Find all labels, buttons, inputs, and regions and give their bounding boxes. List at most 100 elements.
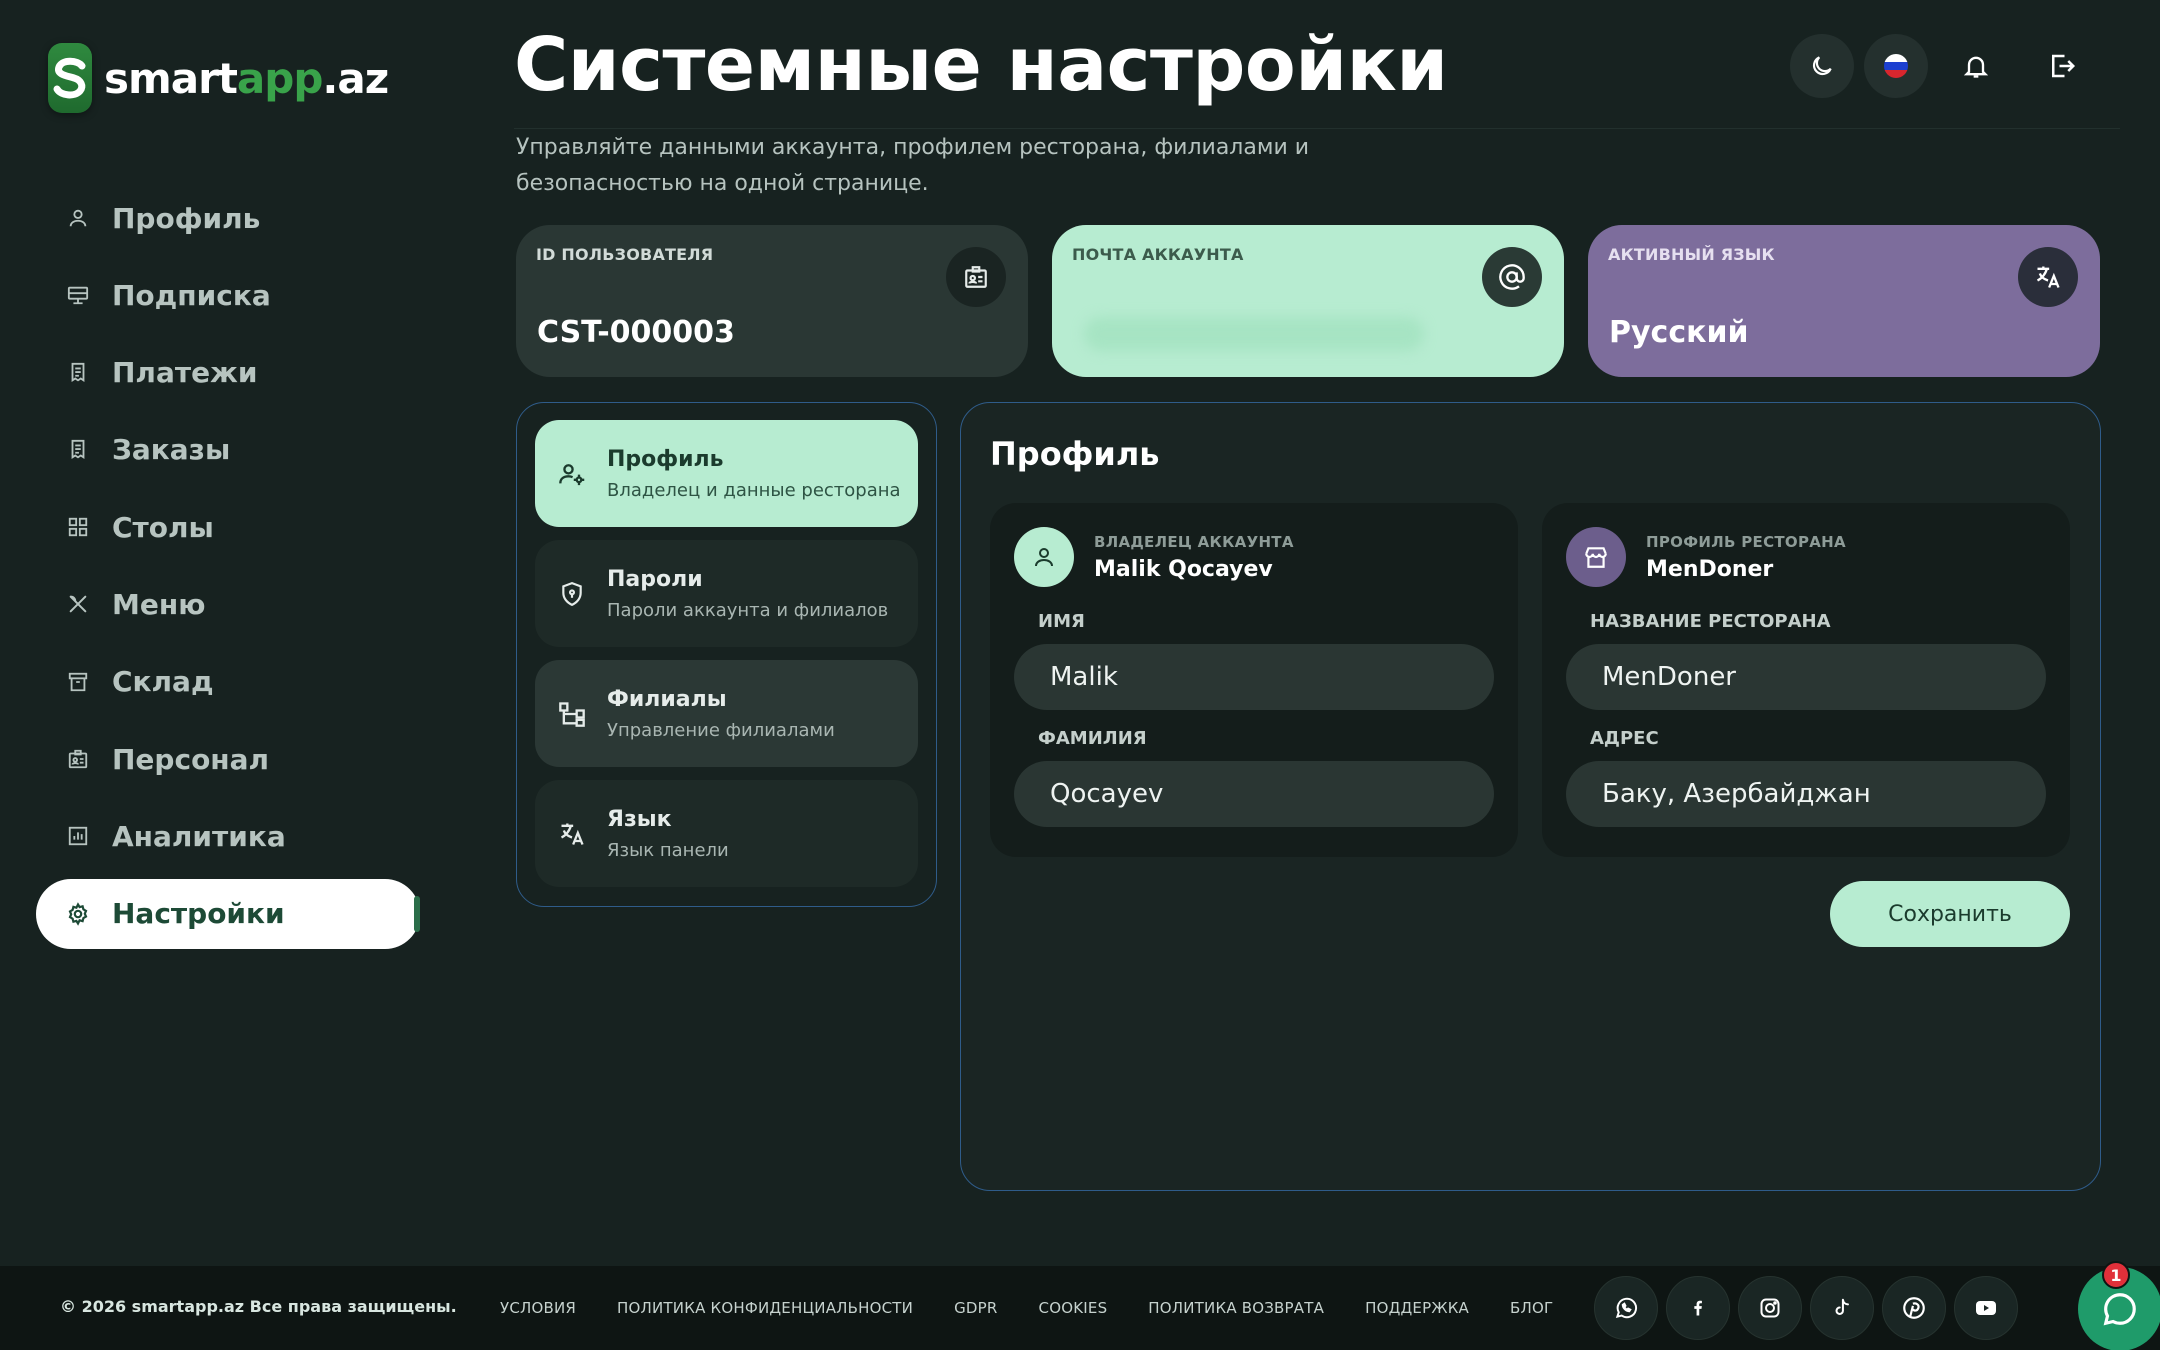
- chat-notification-badge: 1: [2102, 1261, 2130, 1289]
- sidebar-item-label: Персонал: [112, 742, 270, 776]
- card-label: ID ПОЛЬЗОВАТЕЛЯ: [536, 245, 714, 264]
- card-label: ПОЧТА АККАУНТА: [1072, 245, 1244, 264]
- tab-profile[interactable]: Профиль Владелец и данные ресторана: [535, 420, 918, 527]
- sidebar-item-warehouse[interactable]: Склад: [36, 647, 420, 717]
- translate-icon: [557, 819, 587, 849]
- footer-link-privacy[interactable]: ПОЛИТИКА КОНФИДЕНЦИАЛЬНОСТИ: [617, 1299, 913, 1317]
- card-label: АКТИВНЫЙ ЯЗЫК: [1608, 245, 1775, 264]
- sidebar-item-label: Заказы: [112, 433, 231, 467]
- footer-link-cookies[interactable]: COOKIES: [1039, 1299, 1108, 1317]
- profile-panel: Профиль ВЛАДЕЛЕЦ АККАУНТА Malik Qocayev …: [960, 402, 2101, 1191]
- footer-link-support[interactable]: ПОДДЕРЖКА: [1365, 1299, 1469, 1317]
- language-switch-button[interactable]: [1864, 34, 1928, 98]
- store-icon: [1566, 527, 1626, 587]
- sidebar-item-profile[interactable]: Профиль: [36, 183, 420, 253]
- chart-icon: [66, 824, 90, 848]
- active-language-card: АКТИВНЫЙ ЯЗЫК Русский: [1588, 225, 2100, 377]
- active-language-value: Русский: [1609, 315, 1749, 350]
- footer: © 2026 smartapp.az Все права защищены. У…: [0, 1266, 2160, 1350]
- first-name-field[interactable]: Malik: [1014, 644, 1494, 710]
- user-gear-icon: [557, 459, 587, 489]
- grid-icon: [66, 515, 90, 539]
- page-title: Системные настройки: [514, 22, 1448, 108]
- email-value-blurred: [1084, 317, 1424, 351]
- receipt-icon: [66, 438, 90, 462]
- notifications-button[interactable]: [1938, 34, 2014, 98]
- owner-name: Malik Qocayev: [1094, 556, 1273, 582]
- tab-branches[interactable]: Филиалы Управление филиалами: [535, 660, 918, 767]
- bell-icon: [1962, 52, 1990, 80]
- logout-button[interactable]: [2024, 34, 2100, 98]
- copyright: © 2026 smartapp.az Все права защищены.: [60, 1297, 457, 1316]
- footer-link-blog[interactable]: БЛОГ: [1510, 1299, 1553, 1317]
- account-email-card: ПОЧТА АККАУНТА: [1052, 225, 1564, 377]
- social-links: [1594, 1276, 2018, 1340]
- sidebar-item-label: Профиль: [112, 201, 261, 235]
- last-name-field[interactable]: Qocayev: [1014, 761, 1494, 827]
- tab-subtitle: Язык панели: [607, 839, 729, 861]
- russian-flag-icon: [1884, 54, 1908, 78]
- hierarchy-icon: [557, 699, 587, 729]
- badge-icon: [66, 747, 90, 771]
- pinterest-icon[interactable]: [1882, 1276, 1946, 1340]
- sidebar-nav: Профиль Подписка Платежи Заказы Столы Ме…: [36, 183, 420, 956]
- sidebar-item-label: Платежи: [112, 356, 258, 390]
- tiktok-icon[interactable]: [1810, 1276, 1874, 1340]
- restaurant-name-label: НАЗВАНИЕ РЕСТОРАНА: [1590, 611, 1831, 632]
- restaurant-name-field[interactable]: MenDoner: [1566, 644, 2046, 710]
- card-kicker: ВЛАДЕЛЕЦ АККАУНТА: [1094, 532, 1294, 551]
- account-owner-card: ВЛАДЕЛЕЦ АККАУНТА Malik Qocayev ИМЯ Mali…: [990, 503, 1518, 857]
- sidebar-item-tables[interactable]: Столы: [36, 492, 420, 562]
- sidebar-item-label: Подписка: [112, 278, 271, 312]
- footer-link-terms[interactable]: УСЛОВИЯ: [500, 1299, 576, 1317]
- utensils-icon: [66, 592, 90, 616]
- sidebar-item-staff[interactable]: Персонал: [36, 724, 420, 794]
- brand-logo[interactable]: smartapp.az: [48, 42, 389, 114]
- tab-title: Филиалы: [607, 686, 727, 712]
- facebook-icon[interactable]: [1666, 1276, 1730, 1340]
- logo-wordmark: smartapp.az: [104, 53, 389, 103]
- header-divider: [514, 128, 2120, 129]
- footer-links: УСЛОВИЯ ПОЛИТИКА КОНФИДЕНЦИАЛЬНОСТИ GDPR…: [500, 1299, 1553, 1317]
- address-field[interactable]: Баку, Азербайджан: [1566, 761, 2046, 827]
- at-sign-icon: [1482, 247, 1542, 307]
- sidebar-item-label: Склад: [112, 665, 214, 699]
- section-title: Профиль: [990, 435, 1160, 473]
- footer-link-refund[interactable]: ПОЛИТИКА ВОЗВРАТА: [1148, 1299, 1324, 1317]
- tab-subtitle: Пароли аккаунта и филиалов: [607, 599, 889, 621]
- sidebar-item-settings[interactable]: Настройки: [36, 878, 420, 949]
- page-subtitle: Управляйте данными аккаунта, профилем ре…: [516, 135, 1310, 196]
- sidebar-item-menu[interactable]: Меню: [36, 569, 420, 639]
- receipt-icon: [66, 361, 90, 385]
- id-badge-icon: [946, 247, 1006, 307]
- archive-icon: [66, 670, 90, 694]
- tab-passwords[interactable]: Пароли Пароли аккаунта и филиалов: [535, 540, 918, 647]
- settings-tabs-panel: Профиль Владелец и данные ресторана Паро…: [516, 402, 937, 907]
- instagram-icon[interactable]: [1738, 1276, 1802, 1340]
- sidebar-item-analytics[interactable]: Аналитика: [36, 801, 420, 871]
- footer-link-gdpr[interactable]: GDPR: [954, 1299, 997, 1317]
- sidebar-item-label: Столы: [112, 510, 214, 544]
- translate-icon: [2018, 247, 2078, 307]
- sidebar-item-orders[interactable]: Заказы: [36, 415, 420, 485]
- sidebar-item-label: Меню: [112, 587, 206, 621]
- moon-icon: [1809, 53, 1835, 79]
- person-icon: [66, 206, 90, 230]
- youtube-icon[interactable]: [1954, 1276, 2018, 1340]
- theme-toggle-button[interactable]: [1790, 34, 1854, 98]
- user-id-card: ID ПОЛЬЗОВАТЕЛЯ CST-000003: [516, 225, 1028, 377]
- header-actions: [1790, 34, 2100, 98]
- shield-icon: [557, 579, 587, 609]
- save-button[interactable]: Сохранить: [1830, 881, 2070, 947]
- sidebar-item-subscription[interactable]: Подписка: [36, 260, 420, 330]
- chat-bubble-icon: [2101, 1290, 2139, 1328]
- tab-title: Язык: [607, 806, 672, 832]
- tab-subtitle: Владелец и данные ресторана: [607, 479, 901, 501]
- whatsapp-icon[interactable]: [1594, 1276, 1658, 1340]
- address-label: АДРЕС: [1590, 728, 1659, 749]
- sidebar-item-label: Настройки: [112, 897, 285, 931]
- card-kicker: ПРОФИЛЬ РЕСТОРАНА: [1646, 532, 1846, 551]
- tab-title: Профиль: [607, 446, 724, 472]
- sidebar-item-payments[interactable]: Платежи: [36, 338, 420, 408]
- tab-language[interactable]: Язык Язык панели: [535, 780, 918, 887]
